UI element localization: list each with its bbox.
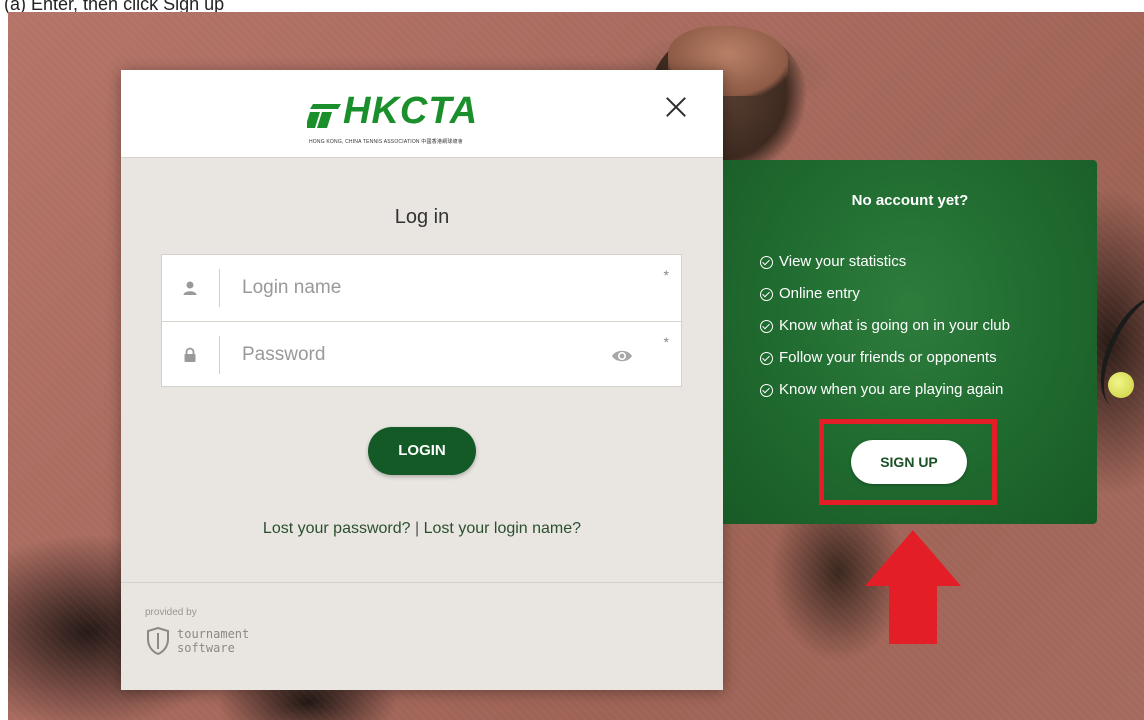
check-circle-icon [760,255,773,269]
link-separator: | [415,520,420,537]
signup-title: No account yet? [851,192,969,209]
tennis-ball [1108,372,1134,398]
benefit-text: Online entry [779,285,860,302]
check-circle-icon [760,351,773,365]
field-divider [219,269,220,307]
modal-footer: provided by tournament software [121,582,723,690]
highlight-annotation [819,419,997,505]
login-modal: HKCTA HONG KONG, CHINA TENNIS ASSOCIATIO… [121,70,723,690]
login-form: Login name * Password * [161,254,682,387]
modal-header: HKCTA HONG KONG, CHINA TENNIS ASSOCIATIO… [121,70,723,158]
check-circle-icon [760,319,773,333]
arrow-up-icon [865,530,961,644]
check-circle-icon [760,383,773,397]
benefit-item: View your statistics [760,246,1010,278]
recovery-links: Lost your password? | Lost your login na… [121,520,723,538]
benefit-text: Know what is going on in your club [779,317,1010,334]
shield-icon [147,627,169,655]
hkcta-emblem-icon [307,104,341,128]
benefit-item: Online entry [760,278,1010,310]
benefit-item: Know when you are playing again [760,374,1010,406]
benefit-item: Follow your friends or opponents [760,342,1010,374]
benefit-text: View your statistics [779,253,907,270]
benefit-item: Know what is going on in your club [760,310,1010,342]
logo-wordmark: HKCTA [343,90,479,132]
provided-by-label: provided by [145,607,197,618]
close-icon[interactable] [665,96,687,118]
login-title: Log in [394,206,450,228]
benefit-text: Follow your friends or opponents [779,349,997,366]
lost-login-name-link[interactable]: Lost your login name? [424,520,581,537]
hkcta-logo[interactable]: HKCTA HONG KONG, CHINA TENNIS ASSOCIATIO… [307,90,529,145]
benefit-text: Know when you are playing again [779,381,1004,398]
eye-icon[interactable] [611,348,633,364]
lost-password-link[interactable]: Lost your password? [263,520,411,537]
benefits-list: View your statistics Online entry Know w… [760,246,1010,406]
tournament-software-logo[interactable]: tournament software [177,627,249,655]
password-field[interactable]: Password * [162,321,681,387]
login-name-field[interactable]: Login name * [162,255,681,321]
check-circle-icon [760,287,773,301]
login-name-input[interactable]: Login name [242,277,341,299]
brand-line-2: software [177,641,235,655]
field-divider [219,336,220,374]
login-button[interactable]: LOGIN [368,427,476,475]
user-icon [183,281,197,295]
required-marker: * [663,334,669,350]
brand-line-1: tournament [177,627,250,641]
password-input[interactable]: Password [242,344,325,366]
required-marker: * [663,267,669,283]
logo-subtitle: HONG KONG, CHINA TENNIS ASSOCIATION 中國香港… [309,139,463,145]
lock-icon [184,347,196,362]
